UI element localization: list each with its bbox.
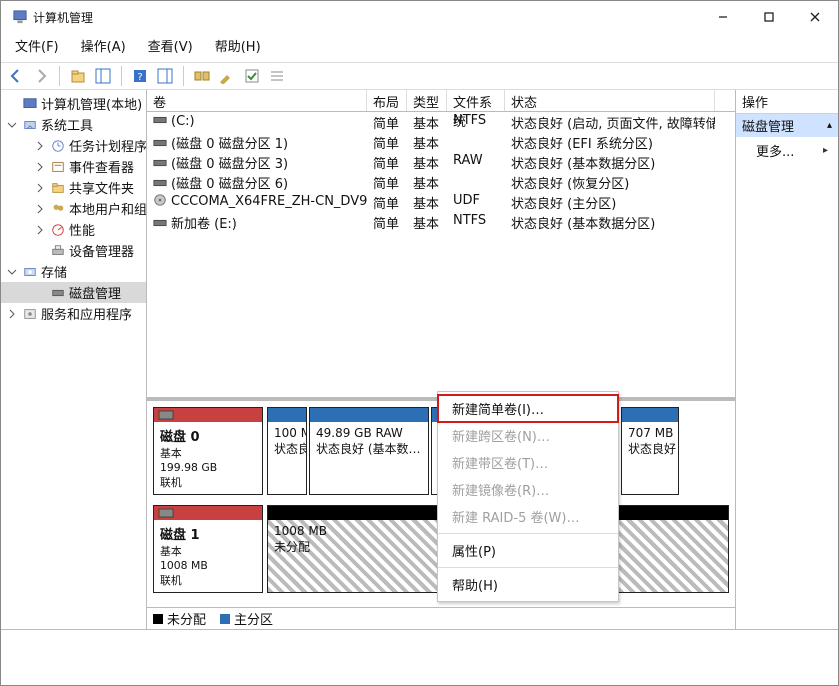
- tree-system-tools[interactable]: 系统工具: [1, 114, 146, 135]
- forward-button[interactable]: [30, 65, 52, 87]
- tree-device-manager[interactable]: 设备管理器: [1, 240, 146, 261]
- col-status[interactable]: 状态: [505, 90, 715, 111]
- actions-pane: 操作 磁盘管理▴ 更多...: [736, 90, 838, 629]
- list-icon[interactable]: [266, 65, 288, 87]
- titlebar: 计算机管理: [1, 1, 838, 33]
- volume-row[interactable]: (磁盘 0 磁盘分区 6)简单基本状态良好 (恢复分区): [147, 172, 735, 192]
- tree-performance[interactable]: 性能: [1, 219, 146, 240]
- menu-help[interactable]: 帮助(H): [211, 34, 265, 57]
- ctx-help[interactable]: 帮助(H): [438, 571, 618, 598]
- col-volume[interactable]: 卷: [147, 90, 367, 111]
- tree-storage[interactable]: 存储: [1, 261, 146, 282]
- disk-0-header[interactable]: 磁盘 0 基本 199.98 GB 联机: [153, 407, 263, 495]
- help-icon[interactable]: ?: [129, 65, 151, 87]
- ctx-properties[interactable]: 属性(P): [438, 537, 618, 564]
- app-icon: [13, 10, 27, 24]
- disk0-slot-0[interactable]: 100 M 状态良好: [267, 407, 307, 495]
- max-button[interactable]: [746, 2, 792, 32]
- volume-list[interactable]: 卷 布局 类型 文件系统 状态 (C:)简单基本NTFS状态良好 (启动, 页面…: [147, 90, 735, 397]
- tree-pane[interactable]: 计算机管理(本地) 系统工具 任务计划程序 事件查看器 共享文件夹 本地用户和组…: [1, 90, 147, 629]
- toolbar: ?: [1, 62, 838, 90]
- tree-disk-management[interactable]: 磁盘管理: [1, 282, 146, 303]
- svg-text:?: ?: [137, 72, 142, 83]
- back-button[interactable]: [5, 65, 27, 87]
- actions-current[interactable]: 磁盘管理▴: [736, 114, 838, 137]
- tree-services-apps[interactable]: 服务和应用程序: [1, 303, 146, 324]
- col-fs[interactable]: 文件系统: [447, 90, 505, 111]
- menu-file[interactable]: 文件(F): [11, 34, 63, 57]
- tree-local-users[interactable]: 本地用户和组: [1, 198, 146, 219]
- actions-header: 操作: [736, 90, 838, 114]
- volume-row[interactable]: (磁盘 0 磁盘分区 3)简单基本RAW状态良好 (基本数据分区): [147, 152, 735, 172]
- ctx-new-striped-volume: 新建带区卷(T)…: [438, 449, 618, 476]
- statusbar: [1, 629, 838, 685]
- up-level-icon[interactable]: [67, 65, 89, 87]
- console-tree-icon[interactable]: [92, 65, 114, 87]
- tree-event-viewer[interactable]: 事件查看器: [1, 156, 146, 177]
- menu-action[interactable]: 操作(A): [77, 34, 130, 57]
- col-type[interactable]: 类型: [407, 90, 447, 111]
- close-button[interactable]: [792, 2, 838, 32]
- refresh-icon[interactable]: [191, 65, 213, 87]
- col-layout[interactable]: 布局: [367, 90, 407, 111]
- ctx-new-simple-volume[interactable]: 新建简单卷(I)…: [438, 395, 618, 422]
- legend: 未分配 主分区: [147, 607, 735, 629]
- disk0-slot-1[interactable]: 49.89 GB RAW 状态良好 (基本数…: [309, 407, 429, 495]
- volume-row[interactable]: (C:)简单基本NTFS状态良好 (启动, 页面文件, 故障转储, 基本): [147, 112, 735, 132]
- action-pane-icon[interactable]: [154, 65, 176, 87]
- tree-shared-folders[interactable]: 共享文件夹: [1, 177, 146, 198]
- menu-view[interactable]: 查看(V): [144, 34, 197, 57]
- volume-row[interactable]: CCCOMA_X64FRE_ZH-CN_DV9 (D:)简单基本UDF状态良好 …: [147, 192, 735, 212]
- volume-row[interactable]: 新加卷 (E:)简单基本NTFS状态良好 (基本数据分区): [147, 212, 735, 232]
- tree-task-scheduler[interactable]: 任务计划程序: [1, 135, 146, 156]
- ctx-new-mirrored-volume: 新建镜像卷(R)…: [438, 476, 618, 503]
- context-menu: 新建简单卷(I)… 新建跨区卷(N)… 新建带区卷(T)… 新建镜像卷(R)… …: [437, 391, 619, 602]
- check-icon[interactable]: [241, 65, 263, 87]
- settings-icon[interactable]: [216, 65, 238, 87]
- disk0-slot-3[interactable]: 707 MB 状态良好: [621, 407, 679, 495]
- min-button[interactable]: [700, 2, 746, 32]
- ctx-new-raid5-volume: 新建 RAID-5 卷(W)…: [438, 503, 618, 530]
- volume-header[interactable]: 卷 布局 类型 文件系统 状态: [147, 90, 735, 112]
- window-title: 计算机管理: [33, 9, 93, 26]
- ctx-new-spanned-volume: 新建跨区卷(N)…: [438, 422, 618, 449]
- disk-1-header[interactable]: 磁盘 1 基本 1008 MB 联机: [153, 505, 263, 593]
- menubar: 文件(F) 操作(A) 查看(V) 帮助(H): [1, 33, 838, 62]
- volume-row[interactable]: (磁盘 0 磁盘分区 1)简单基本状态良好 (EFI 系统分区): [147, 132, 735, 152]
- tree-root[interactable]: 计算机管理(本地): [1, 93, 146, 114]
- actions-more[interactable]: 更多...: [736, 137, 838, 164]
